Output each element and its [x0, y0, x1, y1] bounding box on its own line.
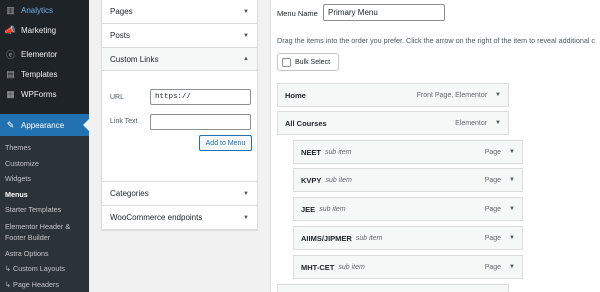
link-text-label: Link Text — [110, 118, 138, 125]
submenu-menus[interactable]: Menus — [0, 187, 89, 203]
sidebar-item-appearance[interactable]: ✎ Appearance — [0, 114, 89, 136]
caret-down-icon[interactable]: ▼ — [509, 177, 515, 183]
menu-item-title: All Courses — [285, 118, 327, 128]
sidebar-item-analytics[interactable]: ▥ Analytics — [0, 0, 89, 20]
add-menu-items-panel: Pages ▼ Posts ▼ Custom Links ▲ URL Link … — [101, 0, 258, 231]
caret-down-icon[interactable]: ▼ — [509, 264, 515, 270]
menu-item[interactable]: Home Front Page, Elementor ▼ — [277, 83, 509, 107]
submenu-customize[interactable]: Customize — [0, 156, 89, 172]
menu-item-type: Front Page, Elementor — [416, 91, 488, 99]
paintbrush-icon: ✎ — [6, 119, 15, 130]
accordion-pages: Pages ▼ — [102, 0, 257, 24]
accordion-custom-links: Custom Links ▲ URL Link Text Add to Menu — [102, 48, 257, 182]
elementor-icon: ⓔ — [5, 49, 15, 60]
accordion-title: WooCommerce endpoints — [110, 213, 203, 222]
folder-icon: ▤ — [6, 68, 15, 79]
menu-item-type: Page — [484, 148, 502, 156]
sidebar-item-label: Appearance — [21, 120, 65, 130]
menu-item[interactable]: NEET sub item Page ▼ — [293, 140, 523, 164]
accordion-toggle-posts[interactable]: Posts ▼ — [102, 24, 257, 47]
submenu-header-footer-builder[interactable]: Elementor Header & Footer Builder — [0, 218, 89, 246]
caret-down-icon[interactable]: ▼ — [509, 206, 515, 212]
menu-item[interactable]: JEE sub item Page ▼ — [293, 197, 523, 221]
menu-item-title: Home — [285, 90, 306, 100]
sub-item-tag: sub item — [319, 205, 346, 213]
submenu-widgets[interactable]: Widgets — [0, 171, 89, 187]
accordion-toggle-custom-links[interactable]: Custom Links ▲ — [102, 48, 257, 71]
menu-item[interactable]: All Courses Elementor ▼ — [277, 111, 509, 135]
megaphone-icon: 📣 — [4, 24, 17, 35]
menu-item-title: JEE — [301, 204, 316, 214]
submenu-starter-templates[interactable]: Starter Templates — [0, 202, 89, 218]
menu-structure-panel: Menu Name Drag the items into the order … — [270, 0, 600, 292]
accordion-title: Posts — [110, 31, 131, 40]
form-icon: ▦ — [6, 88, 15, 99]
sub-item-tag: sub item — [325, 148, 352, 156]
menu-item[interactable]: KVPY sub item Page ▼ — [293, 168, 523, 192]
accordion-woocommerce: WooCommerce endpoints ▼ — [102, 206, 257, 230]
accordion-categories: Categories ▼ — [102, 182, 257, 206]
menu-item-type: Page — [484, 263, 502, 271]
menu-name-label: Menu Name — [277, 9, 318, 18]
sidebar-item-wpforms[interactable]: ▦ WPForms — [0, 84, 89, 104]
sidebar-item-marketing[interactable]: 📣 Marketing — [0, 20, 89, 40]
caret-down-icon[interactable]: ▼ — [509, 235, 515, 241]
accordion-posts: Posts ▼ — [102, 24, 257, 48]
menu-item[interactable]: MHT-CET sub item Page ▼ — [293, 255, 523, 279]
accordion-title: Custom Links — [110, 54, 159, 64]
sidebar-item-elementor[interactable]: ⓔ Elementor — [0, 44, 89, 64]
menu-name-input[interactable] — [323, 4, 445, 21]
caret-down-icon[interactable]: ▼ — [495, 120, 501, 126]
caret-down-icon[interactable]: ▼ — [495, 92, 501, 98]
menu-item-partial[interactable] — [277, 284, 509, 292]
submenu-page-headers[interactable]: ↳ Page Headers — [0, 277, 89, 292]
accordion-title: Pages — [110, 7, 133, 16]
menu-item-type: Page — [484, 205, 502, 213]
sub-item-tag: sub item — [325, 176, 352, 184]
accordion-title: Categories — [110, 189, 149, 198]
submenu-themes[interactable]: Themes — [0, 140, 89, 156]
menu-instructions: Drag the items into the order you prefer… — [277, 36, 596, 45]
caret-down-icon: ▼ — [243, 32, 249, 39]
caret-down-icon: ▼ — [243, 8, 249, 15]
caret-down-icon: ▼ — [243, 214, 249, 221]
sub-item-tag: sub item — [355, 234, 383, 242]
submenu-astra-options[interactable]: Astra Options — [0, 246, 89, 262]
custom-links-form: URL Link Text Add to Menu — [102, 71, 257, 181]
sidebar-item-label: Marketing — [21, 25, 57, 35]
bulk-select-label: Bulk Select — [295, 58, 331, 66]
admin-sidebar: ▥ Analytics 📣 Marketing ⓔ Elementor ▤ Te… — [0, 0, 89, 292]
menu-item-type: Page — [484, 234, 502, 242]
url-label: URL — [110, 94, 125, 101]
accordion-toggle-woocommerce[interactable]: WooCommerce endpoints ▼ — [102, 206, 257, 229]
menu-item-title: MHT-CET — [301, 262, 335, 272]
analytics-icon: ▥ — [6, 4, 15, 15]
menu-item[interactable]: AIIMS/JIPMER sub item Page ▼ — [293, 226, 523, 250]
accordion-toggle-categories[interactable]: Categories ▼ — [102, 182, 257, 205]
menu-item-type: Elementor — [455, 119, 488, 127]
menu-item-title: AIIMS/JIPMER — [301, 233, 352, 243]
appearance-submenu: Themes Customize Widgets Menus Starter T… — [0, 136, 89, 292]
menu-item-title: NEET — [301, 147, 322, 157]
submenu-custom-layouts[interactable]: ↳ Custom Layouts — [0, 261, 89, 277]
bulk-select-checkbox[interactable] — [282, 57, 291, 67]
bulk-select-button[interactable]: Bulk Select — [277, 53, 339, 71]
sidebar-item-label: WPForms — [21, 89, 57, 99]
caret-down-icon: ▼ — [243, 190, 249, 197]
sidebar-item-label: Templates — [21, 69, 58, 79]
accordion-toggle-pages[interactable]: Pages ▼ — [102, 0, 257, 23]
url-input[interactable] — [150, 89, 251, 105]
caret-up-icon: ▲ — [243, 56, 249, 62]
sidebar-item-label: Analytics — [21, 5, 54, 15]
menu-item-type: Page — [484, 176, 502, 184]
menu-item-title: KVPY — [301, 175, 322, 185]
caret-down-icon[interactable]: ▼ — [509, 149, 515, 155]
sidebar-item-label: Elementor — [21, 49, 58, 59]
sidebar-item-templates[interactable]: ▤ Templates — [0, 64, 89, 84]
link-text-input[interactable] — [150, 114, 251, 130]
add-to-menu-button[interactable]: Add to Menu — [199, 135, 252, 151]
sub-item-tag: sub item — [338, 263, 365, 271]
